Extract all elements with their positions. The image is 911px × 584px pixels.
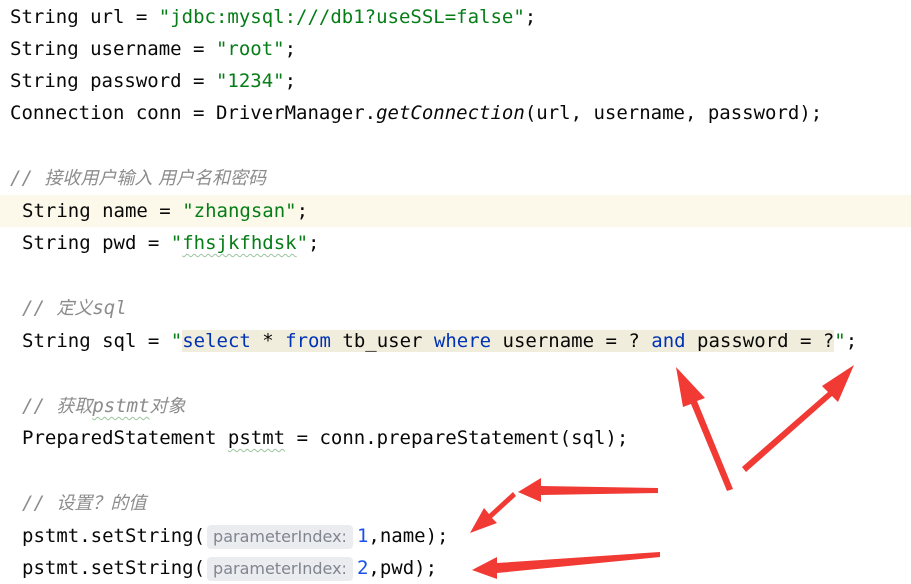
string-literal: "1234" [215,70,285,92]
operator: = [136,232,171,254]
semicolon: ; [284,70,297,92]
operator: = [181,38,216,60]
type-keyword: String [22,200,91,222]
operator: = [136,330,171,352]
type-keyword: PreparedStatement [22,427,217,449]
variable-name: username [90,38,182,60]
operator: = [181,102,216,124]
comment-set-params: // 设置？的值 [0,487,911,519]
sql-username-condition: username = ? [491,330,652,352]
string-literal: "jdbc:mysql:///db1?useSSL=false" [158,6,525,28]
semicolon: ; [308,232,320,254]
comment-get-pstmt: // 获取pstmt对象 [0,390,911,422]
variable-name: sql [102,330,137,352]
comment-user-input: // 接收用户输入 用户名和密码 [0,162,911,194]
parameter-hint: parameterIndex: [207,524,353,549]
operator: = [147,200,183,222]
code-line-sql: String sql = "select * from tb_user wher… [0,325,911,357]
string-literal: "root" [215,38,285,60]
string-literal-typo: fhsjkfhdsk [182,232,297,254]
sql-keyword-select: select [182,330,251,352]
variable-name: pwd [102,232,137,254]
variable-name: password [90,70,182,92]
variable-name: pstmt [227,427,286,449]
code-line-pstmt: PreparedStatement pstmt = conn.prepareSt… [0,422,911,454]
call-arguments: (url, username, password); [524,102,823,124]
semicolon: ; [845,330,858,352]
string-quote-open: " [170,232,183,254]
code-line-username: String username = "root"; [0,33,911,65]
operator: = [285,427,320,449]
string-quote-open: " [170,330,183,352]
semicolon: ; [296,200,309,222]
comment-text: 获取 [56,396,93,417]
call-arguments: ,name); [368,525,449,547]
method-call: conn.prepareStatement(sql); [319,427,629,449]
method-call: pstmt.setString( [22,525,206,547]
variable-name: url [90,6,125,28]
comment-text-2: 对象 [149,396,186,417]
type-keyword: String [10,38,79,60]
code-line-password: String password = "1234"; [0,65,911,97]
string-literal: "zhangsan" [182,200,297,222]
comment-text: 定义 [56,298,93,319]
type-keyword: String [22,232,91,254]
operator: = [124,6,159,28]
call-arguments: ,pwd); [368,557,438,579]
sql-star: * [250,330,286,352]
comment-prefix: // [10,167,45,189]
comment-prefix: // [22,297,57,319]
comment-word: pstmt [92,395,150,417]
method-call: pstmt.setString( [22,557,206,579]
type-keyword: String [10,6,79,28]
comment-prefix: // [22,492,57,514]
sql-keyword-where: where [433,330,492,352]
semicolon: ; [284,38,297,60]
operator: = [181,70,216,92]
sql-table-name: tb_user [330,330,434,352]
code-line-url: String url = "jdbc:mysql:///db1?useSSL=f… [0,1,911,33]
variable-name: conn [135,102,182,124]
code-line-setstring-2: pstmt.setString(parameterIndex: 2,pwd); [0,552,911,584]
semicolon: ; [524,6,537,28]
comment-prefix: // [22,395,57,417]
string-quote-close: " [834,330,846,352]
sql-password-condition: password = ? [685,330,835,352]
comment-text: 接收用户输入 用户名和密码 [44,168,267,189]
comment-suffix: sql [92,297,127,319]
comment-text: 设置？的值 [56,493,147,514]
variable-name: name [102,200,148,222]
string-quote-close: " [296,232,309,254]
type-keyword: String [22,330,91,352]
code-line-setstring-1: pstmt.setString(parameterIndex: 1,name); [0,520,911,552]
parameter-hint: parameterIndex: [207,556,353,581]
comment-define-sql: // 定义sql [0,292,911,324]
type-keyword: Connection [10,102,125,124]
sql-injected-fragment: select * from tb_user where username = ?… [182,330,835,352]
code-line-name: String name = "zhangsan"; [0,195,911,227]
static-method-call: getConnection [376,102,525,124]
class-reference: DriverManager. [215,102,377,124]
number-literal: 2 [356,557,369,579]
code-line-pwd: String pwd = "fhsjkfhdsk"; [0,227,911,259]
sql-keyword-from: from [285,330,331,352]
code-line-connection: Connection conn = DriverManager.getConne… [0,97,911,129]
type-keyword: String [10,70,79,92]
number-literal: 1 [356,525,369,547]
sql-keyword-and: and [651,330,686,352]
